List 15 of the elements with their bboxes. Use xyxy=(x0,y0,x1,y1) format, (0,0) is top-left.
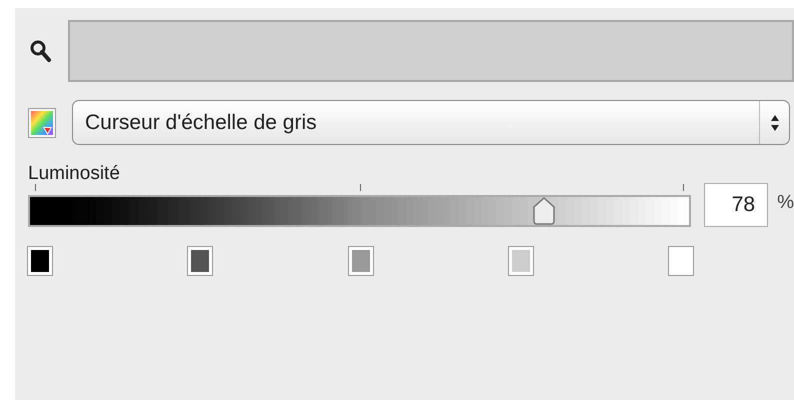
brightness-label: Luminosité xyxy=(28,163,120,185)
color-swatch[interactable] xyxy=(28,247,52,275)
color-swatch[interactable] xyxy=(188,247,212,275)
search-field[interactable] xyxy=(68,20,794,82)
color-wheel-icon[interactable] xyxy=(28,108,56,138)
slider-thumb[interactable] xyxy=(533,197,556,225)
search-icon xyxy=(28,39,52,63)
color-swatch[interactable] xyxy=(508,247,533,275)
stepper-arrows-icon xyxy=(770,114,780,132)
picker-dropdown[interactable]: Curseur d'échelle de gris xyxy=(72,100,790,145)
color-swatch[interactable] xyxy=(669,247,693,275)
color-swatch[interactable] xyxy=(348,247,372,275)
brightness-slider[interactable] xyxy=(28,195,692,227)
percent-unit: % xyxy=(777,190,794,214)
brightness-field[interactable]: 78 xyxy=(704,183,768,227)
